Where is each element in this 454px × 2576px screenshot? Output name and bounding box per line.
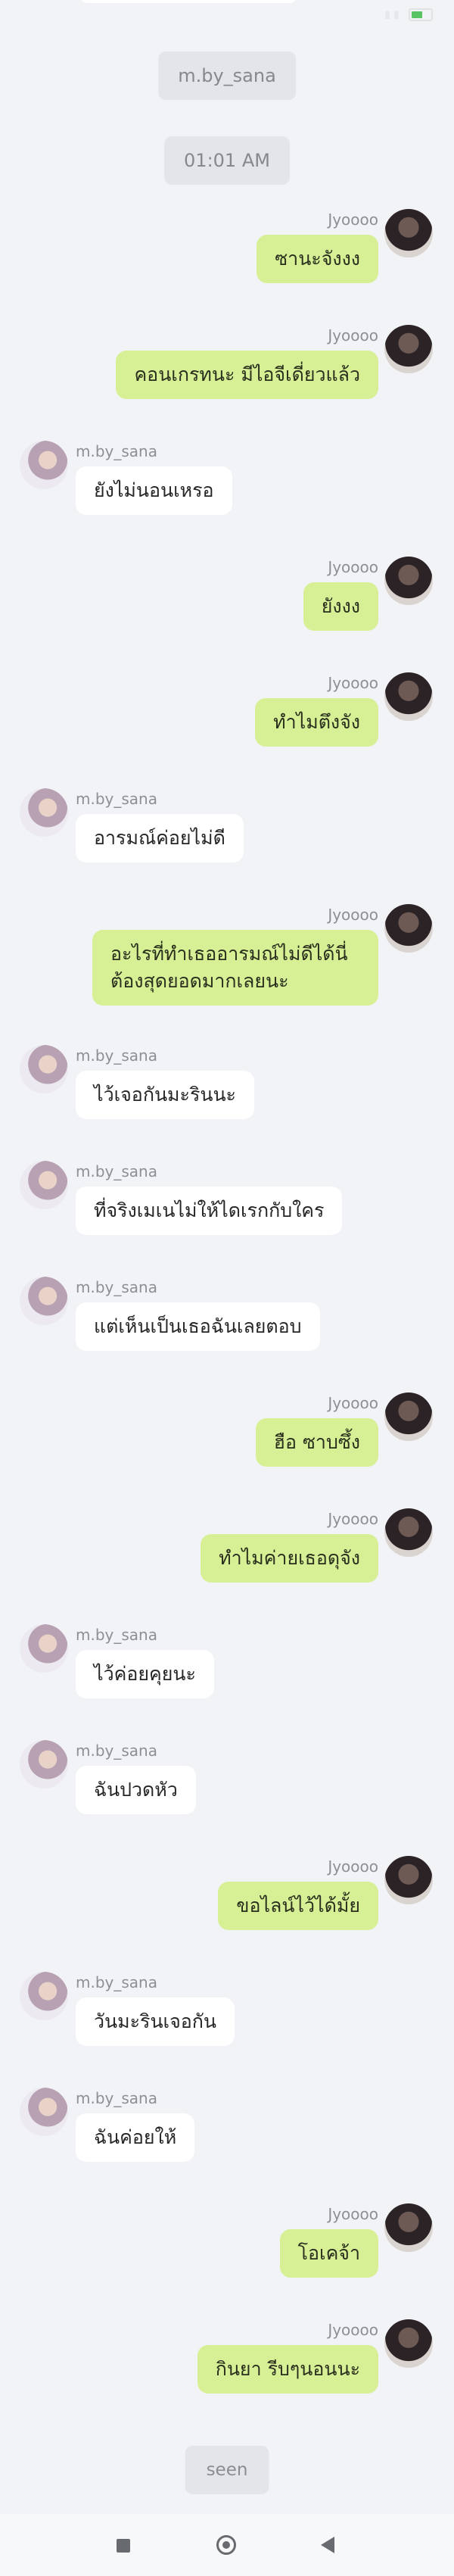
status-icons: ▮▮ [384, 8, 433, 21]
avatar[interactable] [20, 788, 68, 837]
message-bubble[interactable]: โอเคจ้า [279, 2229, 378, 2278]
message-row: Jyoooo อะไรที่ทำเธออารมณ์ไม่ดีได้นี่ ต้อ… [0, 904, 454, 1006]
username-chip: m.by_sana [158, 51, 296, 100]
avatar[interactable] [384, 672, 433, 721]
sender-name: m.by_sana [76, 442, 157, 460]
message-bubble[interactable]: วันมะรินเจอกัน [76, 1997, 235, 2046]
avatar[interactable] [384, 325, 433, 373]
sender-name: m.by_sana [76, 2089, 157, 2107]
avatar[interactable] [20, 1045, 68, 1093]
avatar[interactable] [384, 1508, 433, 1557]
message-bubble[interactable]: ไว้ค่อยคุยนะ [76, 1650, 214, 1698]
avatar[interactable] [20, 1740, 68, 1789]
avatar[interactable] [20, 1277, 68, 1325]
sender-name: m.by_sana [76, 1742, 157, 1760]
message-bubble[interactable]: ทำไมตึงจัง [255, 698, 378, 747]
message-row: m.by_sana ไว้ค่อยคุยนะ [0, 1624, 454, 1715]
battery-icon [409, 8, 433, 21]
time-chip: 01:01 AM [164, 136, 290, 185]
message-row: Jyoooo กินยา รีบๆนอนนะ [0, 2319, 454, 2410]
avatar[interactable] [384, 2203, 433, 2252]
avatar[interactable] [384, 1856, 433, 1904]
avatar[interactable] [20, 1624, 68, 1673]
message-bubble[interactable]: ซานะจังงง [257, 235, 378, 283]
seen-indicator: seen [185, 2446, 269, 2494]
message-bubble[interactable]: แต่เห็นเป็นเธอฉันเลยตอบ [76, 1302, 320, 1351]
message-bubble[interactable]: ทำไมค่ายเธอดุจัง [201, 1534, 378, 1583]
sender-name: m.by_sana [76, 1046, 157, 1065]
message-bubble[interactable]: ยังงง [303, 582, 378, 631]
avatar[interactable] [20, 1972, 68, 2020]
avatar[interactable] [384, 1392, 433, 1441]
sender-name: m.by_sana [76, 1973, 157, 1991]
message-row: m.by_sana แต่เห็นเป็นเธอฉันเลยตอบ [0, 1277, 454, 1368]
avatar[interactable] [384, 2319, 433, 2368]
message-row: Jyoooo ทำไมค่ายเธอดุจัง [0, 1508, 454, 1599]
signal-icon: ▮▮ [384, 8, 403, 21]
avatar[interactable] [384, 557, 433, 605]
avatar[interactable] [20, 441, 68, 489]
sender-name: Jyoooo [328, 2321, 378, 2339]
message-bubble[interactable]: ยังไม่นอนเหรอ [76, 466, 232, 515]
message-bubble[interactable]: อะไรที่ทำเธออารมณ์ไม่ดีได้นี่ ต้องสุดยอด… [92, 930, 378, 1006]
message-bubble[interactable]: ฮือ ซาบซึ้ง [255, 1418, 378, 1467]
message-row: m.by_sana ไว้เจอกันมะรินนะ [0, 1045, 454, 1136]
sender-name: Jyoooo [328, 906, 378, 924]
avatar[interactable] [384, 209, 433, 257]
message-bubble[interactable]: ที่จริงเมเนไม่ให้ไดเรกกับใคร [76, 1187, 343, 1235]
message-bubble[interactable]: คอนเกรทนะ มีไอจีเดี่ยวแล้ว [116, 351, 378, 399]
message-bubble[interactable]: ฉันปวดหัว [76, 1766, 196, 1814]
message-row: m.by_sana ฉันปวดหัว [0, 1740, 454, 1831]
sender-name: m.by_sana [76, 1278, 157, 1296]
circle-home-icon[interactable] [216, 2535, 236, 2555]
status-bar: ▮▮ [0, 0, 454, 27]
message-bubble[interactable]: ฉันค่อยให้ [76, 2113, 195, 2162]
message-row: m.by_sana วันมะรินเจอกัน [0, 1972, 454, 2063]
message-row: m.by_sana ยังไม่นอนเหรอ [0, 441, 454, 532]
message-bubble[interactable]: ขอไลน์ไว้ได้มั้ย [218, 1882, 378, 1930]
avatar[interactable] [20, 1161, 68, 1209]
triangle-back-icon[interactable] [321, 2537, 334, 2553]
message-row: Jyoooo ซานะจังงง [0, 209, 454, 300]
message-row: m.by_sana ที่จริงเมเนไม่ให้ไดเรกกับใคร [0, 1161, 454, 1252]
message-row: m.by_sana ฉันค่อยให้ [0, 2088, 454, 2178]
sender-name: Jyoooo [328, 1857, 378, 1876]
sender-name: Jyoooo [328, 2205, 378, 2223]
message-row: Jyoooo ฮือ ซาบซึ้ง [0, 1392, 454, 1483]
sender-name: Jyoooo [328, 558, 378, 576]
system-nav-bar [0, 2514, 454, 2576]
message-bubble[interactable]: อารมณ์ค่อยไม่ดี [76, 814, 244, 862]
square-icon[interactable] [117, 2539, 130, 2553]
sender-name: m.by_sana [76, 1626, 157, 1644]
sender-name: m.by_sana [76, 790, 157, 808]
sender-name: Jyoooo [328, 211, 378, 229]
avatar[interactable] [384, 904, 433, 953]
avatar[interactable] [20, 2088, 68, 2136]
sender-name: Jyoooo [328, 326, 378, 345]
sender-name: Jyoooo [328, 1394, 378, 1412]
message-bubble[interactable]: กินยา รีบๆนอนนะ [197, 2345, 378, 2394]
message-row: Jyoooo โอเคจ้า [0, 2203, 454, 2294]
sender-name: Jyoooo [328, 1510, 378, 1528]
message-bubble[interactable]: ไว้เจอกันมะรินนะ [76, 1071, 254, 1119]
message-row: Jyoooo ยังงง [0, 557, 454, 647]
previous-message-bubble [79, 0, 298, 3]
sender-name: Jyoooo [328, 674, 378, 692]
message-row: Jyoooo ขอไลน์ไว้ได้มั้ย [0, 1856, 454, 1947]
message-row: m.by_sana อารมณ์ค่อยไม่ดี [0, 788, 454, 879]
sender-name: m.by_sana [76, 1162, 157, 1180]
message-row: Jyoooo ทำไมตึงจัง [0, 672, 454, 763]
message-row: Jyoooo คอนเกรทนะ มีไอจีเดี่ยวแล้ว [0, 325, 454, 416]
